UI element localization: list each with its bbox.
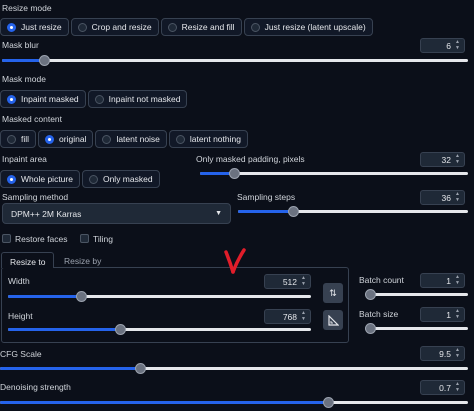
cfg-scale-slider[interactable]: [0, 363, 468, 374]
only-masked-padding-input[interactable]: 32 ▲ ▼: [420, 152, 465, 167]
mask-mode-inpaint-masked[interactable]: Inpaint masked: [0, 90, 86, 108]
radio-icon: [7, 94, 16, 104]
dropdown-caret-icon: ▼: [215, 210, 222, 217]
slider-thumb[interactable]: [75, 291, 87, 302]
masked-content-fill[interactable]: fill: [0, 130, 37, 148]
inpaint-area-only-masked[interactable]: Only masked: [81, 170, 160, 188]
masked-content-label: Masked content: [2, 114, 63, 124]
restore-faces-checkbox[interactable]: [2, 234, 11, 243]
radio-icon: [88, 174, 98, 184]
slider-thumb[interactable]: [288, 206, 300, 217]
only-masked-padding-slider[interactable]: [200, 168, 468, 179]
radio-icon: [94, 94, 104, 104]
sampling-steps-input[interactable]: 36 ▲ ▼: [420, 190, 465, 205]
radio-icon: [77, 22, 87, 32]
sampling-method-value: DPM++ 2M Karras: [11, 208, 82, 219]
resize-mode-just-resize[interactable]: Just resize: [0, 18, 69, 36]
denoising-strength-slider[interactable]: [0, 397, 468, 408]
resize-mode-crop-and-resize[interactable]: Crop and resize: [70, 18, 159, 36]
tab-resize-to[interactable]: Resize to: [1, 252, 55, 268]
slider-thumb[interactable]: [228, 168, 240, 179]
stepper-icon[interactable]: ▲ ▼: [453, 348, 462, 359]
stepper-icon[interactable]: ▲ ▼: [453, 382, 462, 393]
denoising-strength-label: Denoising strength: [0, 382, 71, 392]
aspect-ratio-icon: [327, 314, 339, 326]
sampling-method-label: Sampling method: [2, 192, 69, 202]
inpaint-area-label: Inpaint area: [2, 154, 47, 164]
masked-content-group: fill original latent noise latent nothin…: [0, 130, 248, 148]
tiling-checkbox[interactable]: [80, 234, 89, 243]
height-input[interactable]: 768 ▲ ▼: [264, 309, 311, 324]
radio-icon: [7, 134, 16, 144]
stepper-icon[interactable]: ▲ ▼: [453, 192, 462, 203]
stepper-icon[interactable]: ▲ ▼: [453, 154, 462, 165]
radio-icon: [167, 22, 177, 32]
tiling-label: Tiling: [93, 234, 113, 244]
swap-dimensions-button[interactable]: ⇅: [323, 283, 343, 303]
mask-mode-group: Inpaint masked Inpaint not masked: [0, 90, 188, 108]
width-input[interactable]: 512 ▲ ▼: [264, 274, 311, 289]
mask-blur-slider[interactable]: [2, 55, 468, 66]
cfg-scale-label: CFG Scale: [0, 349, 42, 359]
batch-count-input[interactable]: 1 ▲ ▼: [420, 273, 465, 288]
radio-icon: [7, 174, 16, 184]
sampling-method-dropdown[interactable]: DPM++ 2M Karras ▼: [2, 203, 231, 224]
resize-mode-label: Resize mode: [2, 3, 52, 13]
sampling-steps-label: Sampling steps: [237, 192, 296, 202]
batch-size-slider[interactable]: [365, 323, 468, 334]
radio-icon: [7, 22, 16, 32]
radio-icon: [175, 134, 185, 144]
radio-icon: [102, 134, 112, 144]
batch-size-input[interactable]: 1 ▲ ▼: [420, 307, 465, 322]
stepper-icon[interactable]: ▲ ▼: [453, 40, 462, 51]
red-arrow-annotation-icon: [224, 248, 246, 274]
masked-content-latent-nothing[interactable]: latent nothing: [168, 130, 248, 148]
masked-content-original[interactable]: original: [38, 130, 94, 148]
slider-thumb[interactable]: [322, 397, 334, 408]
radio-icon: [250, 22, 260, 32]
slider-thumb[interactable]: [38, 55, 50, 66]
stepper-icon[interactable]: ▲ ▼: [453, 309, 462, 320]
stepper-icon[interactable]: ▲ ▼: [453, 275, 462, 286]
height-slider[interactable]: [8, 324, 311, 335]
swap-dimensions-icon: ⇅: [329, 287, 337, 298]
batch-size-label: Batch size: [359, 309, 399, 319]
height-label: Height: [8, 311, 33, 321]
resize-mode-resize-and-fill[interactable]: Resize and fill: [160, 18, 242, 36]
cfg-scale-input[interactable]: 9.5 ▲ ▼: [420, 346, 465, 361]
mask-blur-label: Mask blur: [2, 40, 39, 50]
width-label: Width: [8, 276, 30, 286]
resize-mode-latent-upscale[interactable]: Just resize (latent upscale): [243, 18, 373, 36]
batch-count-label: Batch count: [359, 275, 404, 285]
slider-thumb[interactable]: [135, 363, 147, 374]
aspect-ratio-button[interactable]: [323, 310, 343, 330]
tab-resize-by[interactable]: Resize by: [56, 252, 109, 270]
only-masked-padding-label: Only masked padding, pixels: [196, 154, 305, 164]
batch-count-slider[interactable]: [365, 289, 468, 300]
denoising-strength-input[interactable]: 0.7 ▲ ▼: [420, 380, 465, 395]
radio-icon: [45, 134, 55, 144]
stepper-icon[interactable]: ▲ ▼: [299, 276, 308, 287]
width-slider[interactable]: [8, 291, 311, 302]
mask-mode-label: Mask mode: [2, 74, 46, 84]
inpaint-area-group: Whole picture Only masked: [0, 170, 160, 188]
inpaint-area-whole-picture[interactable]: Whole picture: [0, 170, 80, 188]
mask-mode-inpaint-not-masked[interactable]: Inpaint not masked: [87, 90, 188, 108]
sampling-steps-slider[interactable]: [238, 206, 468, 217]
masked-content-latent-noise[interactable]: latent noise: [95, 130, 167, 148]
mask-blur-input[interactable]: 6 ▲ ▼: [420, 38, 465, 53]
resize-mode-group: Just resize Crop and resize Resize and f…: [0, 18, 373, 36]
restore-faces-label: Restore faces: [15, 234, 68, 244]
stepper-icon[interactable]: ▲ ▼: [299, 311, 308, 322]
slider-thumb[interactable]: [365, 289, 376, 300]
slider-thumb[interactable]: [365, 323, 376, 334]
